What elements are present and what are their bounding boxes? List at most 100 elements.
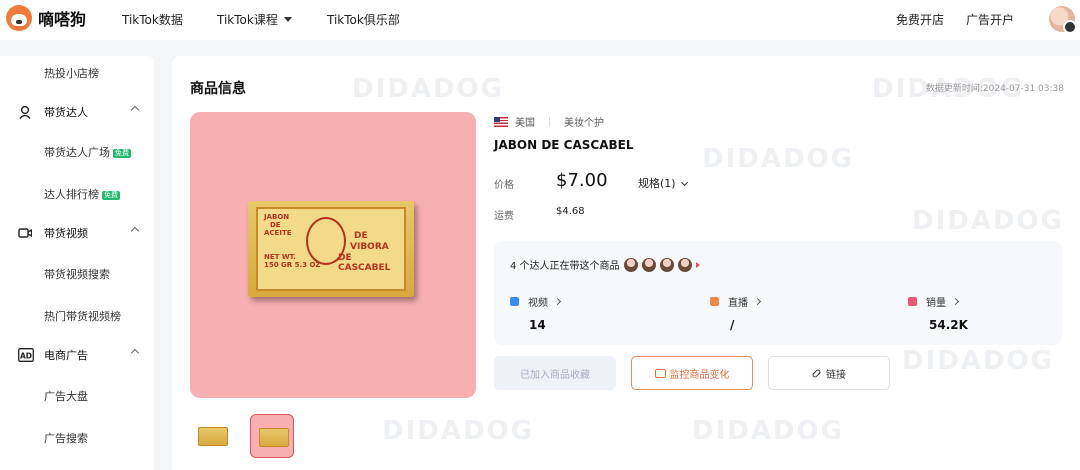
stat-sales-label: 销量 xyxy=(926,298,946,309)
sidebar-item-creator-ranking[interactable]: 达人排行榜 免费 xyxy=(44,186,120,202)
section-title: 商品信息 xyxy=(190,81,246,97)
sidebar-item-video-search[interactable]: 带货视频搜索 xyxy=(44,266,110,282)
chevron-up-icon xyxy=(130,348,140,358)
soap-thumbnail xyxy=(259,428,289,447)
data-update-time: 数据更新时间:2024-07-31 03:38 xyxy=(925,84,1064,94)
link-label: 链接 xyxy=(826,369,846,381)
chevron-down-icon xyxy=(680,178,688,187)
watermark: DIDADOG xyxy=(912,206,1064,236)
watermark: DIDADOG xyxy=(382,416,534,446)
chevron-up-icon xyxy=(130,226,140,236)
soap-text: NET WT. xyxy=(264,253,296,261)
product-name: JABON DE CASCABEL xyxy=(494,138,634,152)
stat-sales[interactable]: 销量 xyxy=(908,294,960,309)
soap-text: DE CASCABEL xyxy=(338,253,391,273)
top-navigation: 嘀嗒狗 TikTok数据 TikTok课程 TikTok俱乐部 免费开店 广告开… xyxy=(0,0,1080,40)
soap-text: DE xyxy=(354,231,368,241)
product-thumbnail-1[interactable] xyxy=(190,414,234,458)
sidebar-item-creator-plaza[interactable]: 带货达人广场 免费 xyxy=(44,144,131,160)
nav-tiktok-course[interactable]: TikTok课程 xyxy=(217,11,292,28)
sidebar-section-videos[interactable]: 带货视频 xyxy=(18,225,140,241)
ad-account-link[interactable]: 广告开户 xyxy=(966,11,1014,28)
video-camera-icon xyxy=(18,226,33,240)
chevron-right-icon xyxy=(951,297,960,306)
stat-sales-value: 54.2K xyxy=(929,318,968,332)
sidebar-section-creators[interactable]: 带货达人 xyxy=(18,104,140,120)
sidebar-item-ad-overview[interactable]: 广告大盘 xyxy=(44,388,88,404)
dog-logo-icon xyxy=(6,5,32,31)
soap-text: DE xyxy=(270,221,281,229)
free-badge: 免费 xyxy=(102,191,120,200)
sidebar-item-creator-ranking-label: 达人排行榜 xyxy=(44,188,99,201)
sidebar-section-ads-label: 电商广告 xyxy=(44,349,88,362)
monitor-changes-button[interactable]: 监控商品变化 xyxy=(631,356,753,390)
stat-videos-label: 视频 xyxy=(528,298,548,309)
soap-label: JABON DE ACEITE DE VIBORA DE CASCABEL NE… xyxy=(256,207,406,291)
creator-avatar xyxy=(623,257,638,272)
product-info-panel: DIDADOG DIDADOG DIDADOG DIDADOG DIDADOG … xyxy=(172,56,1080,470)
soap-text: JABON xyxy=(264,213,290,221)
video-icon xyxy=(510,297,519,306)
shipping-label: 运费 xyxy=(494,211,514,222)
app-name: 嘀嗒狗 xyxy=(38,10,87,29)
spec-label: 规格(1) xyxy=(638,177,676,190)
watermark: DIDADOG xyxy=(352,74,504,104)
chevron-right-icon xyxy=(753,297,762,306)
arrow-right-icon xyxy=(695,261,700,268)
region-label: 美国 xyxy=(515,118,535,129)
sales-icon xyxy=(908,297,917,306)
sidebar-section-videos-label: 带货视频 xyxy=(44,227,88,240)
soap-text: 150 GR 5.3 OZ xyxy=(264,261,321,269)
link-icon xyxy=(811,368,822,378)
favorite-button[interactable]: 已加入商品收藏 xyxy=(494,356,616,390)
product-stats-panel: 4 个达人正在带这个商品 视频 14 直播 / 销量 54.2K xyxy=(494,241,1062,345)
price-value: $7.00 xyxy=(556,170,608,191)
divider xyxy=(549,116,550,127)
creators-text: 4 个达人正在带这个商品 xyxy=(510,261,620,272)
nav-tiktok-club[interactable]: TikTok俱乐部 xyxy=(327,11,400,28)
product-region: 美国 美妆个护 xyxy=(494,114,604,129)
creator-avatar xyxy=(677,257,692,272)
person-icon xyxy=(18,105,32,119)
chevron-up-icon xyxy=(130,105,140,115)
price-label: 价格 xyxy=(494,180,514,191)
watermark: DIDADOG xyxy=(692,416,844,446)
shipping-value: $4.68 xyxy=(556,206,585,217)
soap-text: ACEITE xyxy=(264,229,292,237)
live-icon xyxy=(710,297,719,306)
ad-icon-text: AD xyxy=(20,351,32,360)
sidebar-item-hot-video-ranking[interactable]: 热门带货视频榜 xyxy=(44,308,121,324)
user-avatar[interactable] xyxy=(1049,6,1077,34)
watermark: DIDADOG xyxy=(702,144,854,174)
link-button[interactable]: 链接 xyxy=(768,356,890,390)
sidebar-item-creator-plaza-label: 带货达人广场 xyxy=(44,146,110,159)
monitor-icon xyxy=(654,368,666,378)
soap-thumbnail xyxy=(198,427,228,446)
free-open-store-link[interactable]: 免费开店 xyxy=(896,11,944,28)
creators-row[interactable]: 4 个达人正在带这个商品 xyxy=(510,257,700,272)
us-flag-icon xyxy=(494,116,508,127)
nav-tiktok-course-label: TikTok课程 xyxy=(217,13,278,27)
sidebar-section-creators-label: 带货达人 xyxy=(44,106,88,119)
nav-tiktok-data[interactable]: TikTok数据 xyxy=(122,11,183,28)
spec-dropdown[interactable]: 规格(1) xyxy=(638,175,688,191)
product-thumbnail-2[interactable] xyxy=(250,414,294,458)
chevron-right-icon xyxy=(553,297,562,306)
stat-videos-value: 14 xyxy=(529,318,546,332)
soap-bar-image: JABON DE ACEITE DE VIBORA DE CASCABEL NE… xyxy=(248,201,414,297)
stat-live[interactable]: 直播 xyxy=(710,294,762,309)
sidebar-item-ad-search[interactable]: 广告搜索 xyxy=(44,430,88,446)
watermark: DIDADOG xyxy=(902,346,1054,376)
creator-avatar xyxy=(659,257,674,272)
monitor-changes-label: 监控商品变化 xyxy=(669,369,730,381)
product-main-image[interactable]: JABON DE ACEITE DE VIBORA DE CASCABEL NE… xyxy=(190,112,476,398)
stat-videos[interactable]: 视频 xyxy=(510,294,562,309)
sidebar: 热投小店榜 带货达人 带货达人广场 免费 达人排行榜 免费 带货视频 带货视频搜索 … xyxy=(0,56,154,470)
creator-avatar xyxy=(641,257,656,272)
app-logo[interactable]: 嘀嗒狗 xyxy=(6,5,86,31)
sidebar-section-ads[interactable]: AD 电商广告 xyxy=(18,347,140,363)
caret-down-icon xyxy=(283,17,292,22)
stat-live-value: / xyxy=(730,318,735,332)
sidebar-item-hot-shops[interactable]: 热投小店榜 xyxy=(44,65,99,81)
soap-text: VIBORA xyxy=(350,242,389,252)
